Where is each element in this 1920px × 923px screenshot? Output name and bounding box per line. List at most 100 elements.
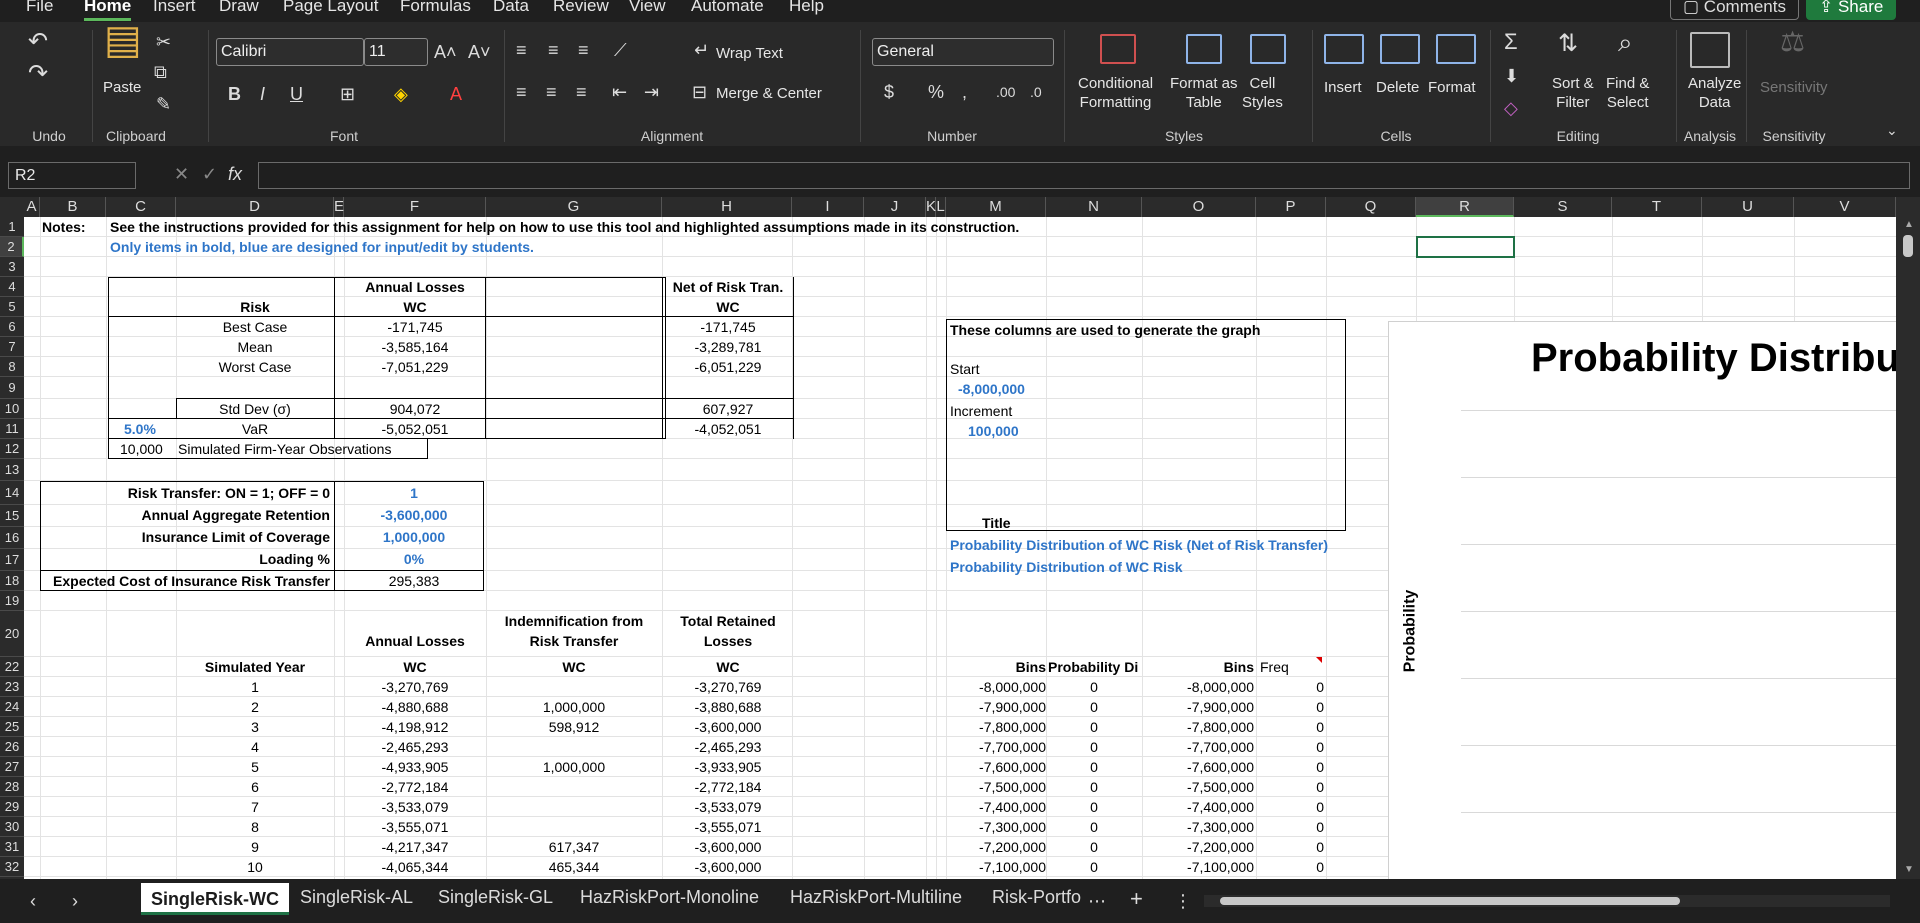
table-cell[interactable]: 0 bbox=[1256, 837, 1324, 857]
table-cell[interactable]: -7,800,000 bbox=[946, 717, 1046, 737]
col-header[interactable]: M bbox=[946, 197, 1046, 217]
table-cell[interactable]: -8,000,000 bbox=[946, 677, 1046, 697]
col-header[interactable]: R bbox=[1416, 197, 1514, 217]
scroll-up-icon[interactable]: ▲ bbox=[1904, 219, 1914, 230]
row-header[interactable]: 18 bbox=[0, 571, 24, 591]
clear-icon[interactable]: ◇ bbox=[1504, 98, 1518, 118]
paste-icon[interactable]: ▤ bbox=[104, 20, 142, 60]
sheet-tab-hazriskport-multiline[interactable]: HazRiskPort-Multiline bbox=[790, 887, 962, 908]
sheet-tab-singlerisk-al[interactable]: SingleRisk-AL bbox=[300, 887, 413, 908]
row-header[interactable]: 29 bbox=[0, 797, 24, 817]
font-color-icon[interactable]: A bbox=[450, 84, 462, 104]
col-header[interactable]: S bbox=[1514, 197, 1612, 217]
table-cell[interactable]: 0 bbox=[1046, 797, 1142, 817]
table-cell[interactable]: -3,270,769 bbox=[344, 677, 486, 697]
table-cell[interactable]: -8,000,000 bbox=[1142, 677, 1254, 697]
table-cell[interactable]: 6 bbox=[176, 777, 334, 797]
horizontal-scrollbar[interactable] bbox=[1204, 895, 1890, 907]
table-cell[interactable]: 598,912 bbox=[486, 717, 662, 737]
table-cell[interactable]: -7,900,000 bbox=[1142, 697, 1254, 717]
cell-area[interactable]: Notes: See the instructions provided for… bbox=[24, 217, 1920, 879]
row-header[interactable]: 24 bbox=[0, 697, 24, 717]
table-cell[interactable]: -3,533,079 bbox=[344, 797, 486, 817]
vertical-scrollbar[interactable]: ▲ ▼ bbox=[1896, 217, 1920, 879]
align-left-icon[interactable]: ≡ bbox=[516, 82, 527, 102]
table-cell[interactable]: 0 bbox=[1256, 717, 1324, 737]
tab-review[interactable]: Review bbox=[553, 0, 609, 16]
start-input[interactable]: -8,000,000 bbox=[958, 379, 1025, 399]
probability-chart[interactable]: Probability Distributi Probability bbox=[1388, 321, 1920, 879]
row-header[interactable]: 23 bbox=[0, 677, 24, 697]
number-format-select[interactable]: General bbox=[872, 38, 1054, 66]
find-select-button[interactable]: Find & Select bbox=[1606, 74, 1649, 112]
row-header[interactable]: 31 bbox=[0, 837, 24, 857]
cell[interactable]: -3,289,781 bbox=[662, 337, 794, 357]
col-header[interactable]: Q bbox=[1326, 197, 1416, 217]
table-cell[interactable]: 0 bbox=[1046, 677, 1142, 697]
sheet-tab-risk-portfo[interactable]: Risk-Portfo bbox=[992, 887, 1081, 908]
tab-automate[interactable]: Automate bbox=[691, 0, 764, 16]
comments-button[interactable]: ▢ Comments bbox=[1670, 0, 1799, 20]
formula-input[interactable] bbox=[258, 162, 1910, 189]
table-cell[interactable]: -3,933,905 bbox=[662, 757, 794, 777]
sheet-tab-hazriskport-monoline[interactable]: HazRiskPort-Monoline bbox=[580, 887, 759, 908]
tab-help[interactable]: Help bbox=[789, 0, 824, 16]
table-cell[interactable]: -2,772,184 bbox=[344, 777, 486, 797]
tab-formulas[interactable]: Formulas bbox=[400, 0, 471, 16]
table-cell[interactable]: -4,217,347 bbox=[344, 837, 486, 857]
row-header[interactable]: 28 bbox=[0, 777, 24, 797]
row-header[interactable]: 9 bbox=[0, 377, 24, 399]
loading-input[interactable]: 0% bbox=[344, 549, 484, 569]
table-cell[interactable]: -7,600,000 bbox=[946, 757, 1046, 777]
delete-cells-button[interactable]: Delete bbox=[1376, 78, 1419, 97]
table-cell[interactable]: -3,600,000 bbox=[662, 837, 794, 857]
comment-indicator[interactable] bbox=[1316, 657, 1322, 663]
table-cell[interactable]: -3,555,071 bbox=[344, 817, 486, 837]
var-percent-input[interactable]: 5.0% bbox=[124, 419, 156, 439]
align-right-icon[interactable]: ≡ bbox=[576, 82, 587, 102]
tab-insert[interactable]: Insert bbox=[153, 0, 196, 16]
table-cell[interactable]: -7,200,000 bbox=[946, 837, 1046, 857]
cut-icon[interactable]: ✂ bbox=[156, 32, 171, 52]
col-header[interactable]: J bbox=[864, 197, 926, 217]
table-cell[interactable]: 2 bbox=[176, 697, 334, 717]
col-header[interactable]: I bbox=[792, 197, 864, 217]
col-header[interactable]: P bbox=[1256, 197, 1326, 217]
expected-cost-value[interactable]: 295,383 bbox=[344, 571, 484, 591]
sensitivity-button[interactable]: Sensitivity bbox=[1760, 78, 1828, 97]
align-middle-icon[interactable]: ≡ bbox=[548, 40, 559, 60]
table-cell[interactable] bbox=[486, 797, 662, 817]
cell[interactable]: 607,927 bbox=[662, 399, 794, 419]
name-box[interactable]: R2 bbox=[8, 162, 136, 189]
table-cell[interactable]: 1 bbox=[176, 677, 334, 697]
table-cell[interactable]: -3,600,000 bbox=[662, 857, 794, 877]
row-header[interactable]: 8 bbox=[0, 357, 24, 377]
currency-icon[interactable]: $ bbox=[884, 82, 894, 102]
col-header[interactable]: D bbox=[176, 197, 334, 217]
chart-title-net[interactable]: Probability Distribution of WC Risk (Net… bbox=[950, 535, 1328, 555]
autosum-icon[interactable]: Σ bbox=[1504, 31, 1518, 53]
table-cell[interactable]: 9 bbox=[176, 837, 334, 857]
bold-icon[interactable]: B bbox=[228, 84, 241, 104]
conditional-formatting-button[interactable]: Conditional Formatting bbox=[1078, 74, 1153, 112]
tab-draw[interactable]: Draw bbox=[219, 0, 259, 16]
percent-icon[interactable]: % bbox=[928, 82, 944, 102]
table-cell[interactable]: 0 bbox=[1046, 817, 1142, 837]
table-cell[interactable]: 1,000,000 bbox=[486, 757, 662, 777]
wrap-text-button[interactable]: Wrap Text bbox=[716, 44, 783, 63]
col-header[interactable]: F bbox=[344, 197, 486, 217]
table-cell[interactable]: 3 bbox=[176, 717, 334, 737]
increment-input[interactable]: 100,000 bbox=[968, 421, 1019, 441]
limit-input[interactable]: 1,000,000 bbox=[344, 527, 484, 547]
row-header[interactable]: 10 bbox=[0, 399, 24, 419]
table-cell[interactable]: -7,700,000 bbox=[1142, 737, 1254, 757]
horizontal-scroll-thumb[interactable] bbox=[1220, 897, 1680, 905]
row-header[interactable]: 3 bbox=[0, 257, 24, 277]
format-painter-icon[interactable]: ✎ bbox=[156, 94, 171, 114]
cell[interactable]: -171,745 bbox=[662, 317, 794, 337]
table-cell[interactable] bbox=[486, 817, 662, 837]
table-cell[interactable]: -7,400,000 bbox=[1142, 797, 1254, 817]
orientation-icon[interactable]: ⟋ bbox=[614, 40, 627, 60]
copy-icon[interactable]: ⧉ bbox=[154, 62, 167, 82]
col-header[interactable]: T bbox=[1612, 197, 1702, 217]
